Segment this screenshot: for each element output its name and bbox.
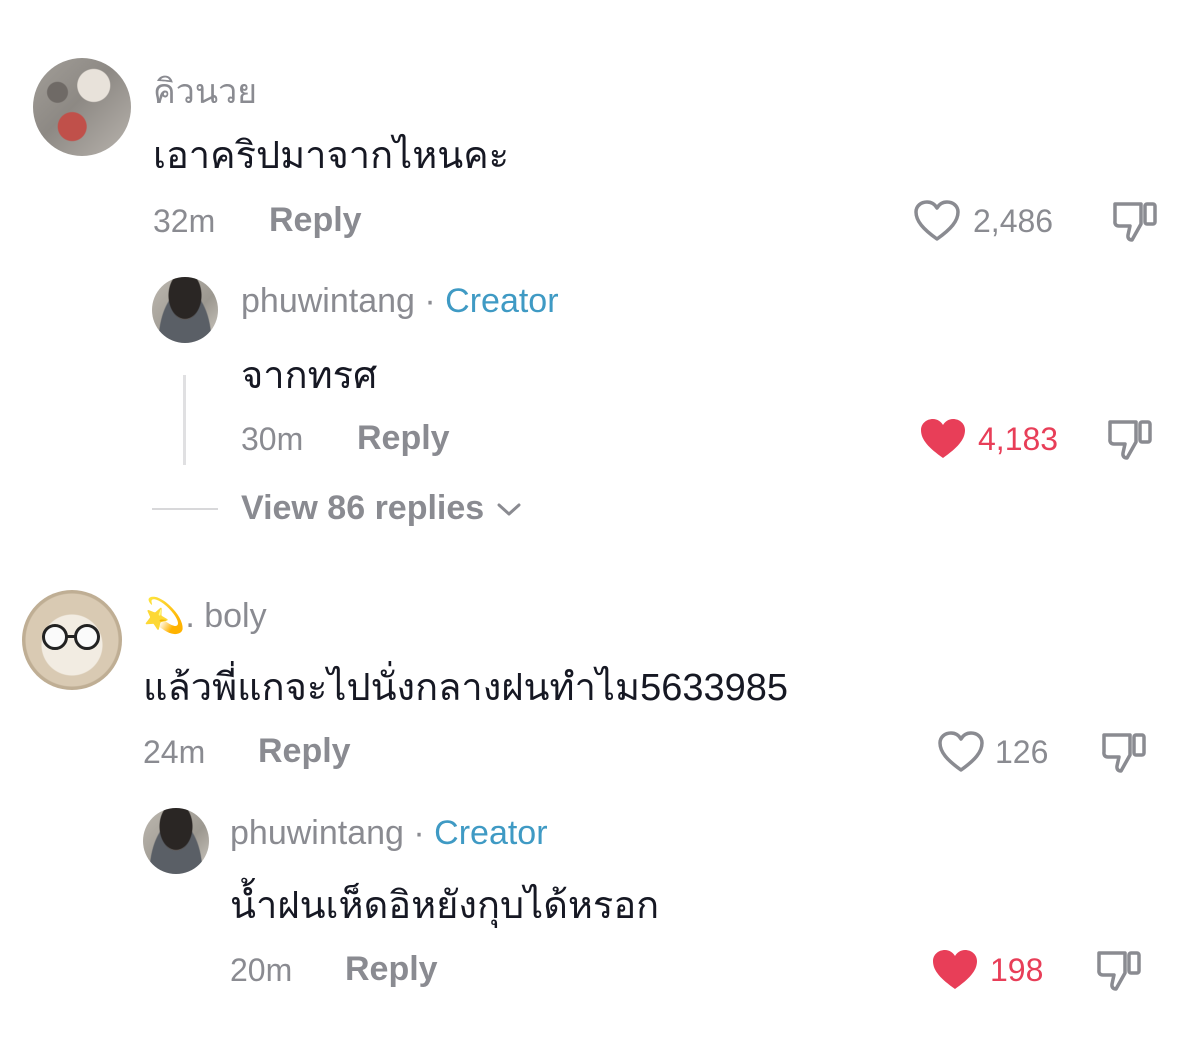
like-count: 126 (995, 734, 1049, 770)
heart-outline-icon[interactable] (913, 199, 961, 243)
avatar[interactable] (152, 277, 218, 343)
comment-text: เอาคริปมาจากไหนคะ (153, 135, 510, 177)
heart-outline-icon[interactable] (937, 730, 985, 774)
comment-username[interactable]: . boly (185, 597, 266, 635)
reply-button[interactable]: Reply (258, 732, 351, 771)
thumbs-down-icon[interactable] (1106, 416, 1154, 462)
reply-button[interactable]: Reply (345, 950, 438, 989)
like-count: 198 (990, 952, 1044, 988)
chevron-down-icon (497, 503, 521, 516)
reply-username-line: phuwintang · Creator (230, 814, 548, 853)
comment-time: 24m (143, 734, 206, 770)
reply-text: จากทรศ (241, 355, 378, 397)
glasses-lens (42, 624, 68, 650)
avatar[interactable] (143, 808, 209, 874)
comment-text: แล้วพี่แกจะไปนั่งกลางฝนทำไม5633985 (143, 667, 789, 709)
reply-button[interactable]: Reply (269, 201, 362, 240)
heart-filled-icon[interactable] (931, 948, 979, 992)
comment-username-line: 💫. boly (143, 596, 267, 636)
thread-line (183, 375, 186, 465)
heart-filled-icon[interactable] (919, 417, 967, 461)
thumbs-down-icon[interactable] (1095, 947, 1143, 993)
reply-username[interactable]: phuwintang (230, 814, 404, 852)
creator-badge: Creator (434, 814, 548, 852)
creator-badge: Creator (445, 282, 559, 320)
comment-time: 32m (153, 203, 216, 239)
view-replies-button[interactable]: View 86 replies (241, 489, 522, 528)
reply-button[interactable]: Reply (357, 419, 450, 458)
separator-dot: · (424, 282, 436, 320)
thumbs-down-icon[interactable] (1111, 198, 1159, 244)
glasses-lens (74, 624, 100, 650)
reply-username[interactable]: phuwintang (241, 282, 415, 320)
thumbs-down-icon[interactable] (1100, 729, 1148, 775)
avatar[interactable] (22, 590, 122, 690)
reply-text: น้ำฝนเห็ดอิหยังกุบได้หรอก (230, 885, 660, 927)
dizzy-emoji: 💫 (143, 597, 186, 635)
reply-time: 20m (230, 952, 293, 988)
divider (152, 508, 218, 510)
view-replies-label: View 86 replies (241, 489, 485, 527)
separator-dot: · (413, 814, 425, 852)
reply-username-line: phuwintang · Creator (241, 282, 559, 321)
like-count: 2,486 (973, 203, 1054, 239)
like-count: 4,183 (978, 421, 1059, 457)
comment-username[interactable]: คิวนวย (153, 64, 257, 118)
avatar[interactable] (33, 58, 131, 156)
reply-time: 30m (241, 421, 304, 457)
